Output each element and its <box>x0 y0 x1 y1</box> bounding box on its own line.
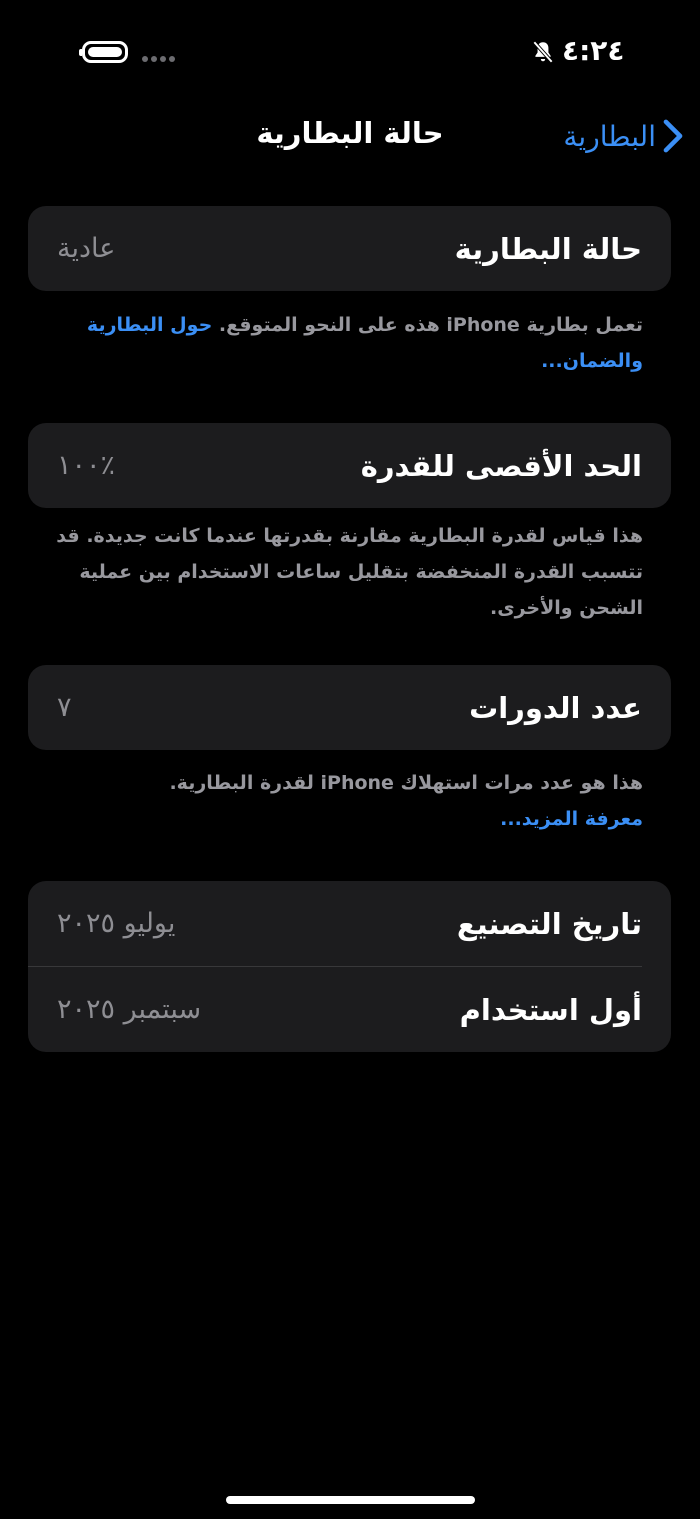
bell-slash-icon <box>532 41 554 63</box>
cycle-count-footnote-text: هذا هو عدد مرات استهلاك iPhone لقدرة الب… <box>169 772 643 794</box>
chevron-right-icon <box>663 119 683 153</box>
first-use-row: أول استخدام سبتمبر ٢٠٢٥ <box>28 967 671 1052</box>
first-use-value: سبتمبر ٢٠٢٥ <box>57 994 202 1025</box>
cycle-count-value: ٧ <box>57 692 72 723</box>
cycle-count-footnote: هذا هو عدد مرات استهلاك iPhone لقدرة الب… <box>50 765 643 837</box>
status-bar: ٤:٢٤ <box>0 30 700 74</box>
cycle-count-label: عدد الدورات <box>469 690 642 725</box>
battery-health-footnote: تعمل بطارية iPhone هذه على النحو المتوقع… <box>50 307 643 379</box>
home-indicator[interactable] <box>226 1496 475 1504</box>
navigation-bar: حالة البطارية البطارية <box>0 108 700 164</box>
status-time: ٤:٢٤ <box>562 34 625 67</box>
cycle-count-row: عدد الدورات ٧ <box>28 665 671 750</box>
maximum-capacity-value: ٪١٠٠ <box>57 450 116 481</box>
battery-health-footnote-text: تعمل بطارية iPhone هذه على النحو المتوقع… <box>212 314 643 336</box>
manufacture-date-value: يوليو ٢٠٢٥ <box>57 908 176 939</box>
battery-health-screen: ٤:٢٤ حالة البطارية البطارية حالة البطاري… <box>0 0 700 1519</box>
maximum-capacity-label: الحد الأقصى للقدرة <box>360 448 642 483</box>
signal-dots-icon <box>142 56 175 62</box>
battery-health-label: حالة البطارية <box>454 231 642 266</box>
manufacture-date-row: تاريخ التصنيع يوليو ٢٠٢٥ <box>28 881 671 966</box>
maximum-capacity-group: الحد الأقصى للقدرة ٪١٠٠ <box>28 423 671 508</box>
battery-health-group: حالة البطارية عادية <box>28 206 671 291</box>
maximum-capacity-footnote: هذا قياس لقدرة البطارية مقارنة بقدرتها ع… <box>56 525 643 619</box>
back-button[interactable]: البطارية <box>563 114 684 158</box>
battery-health-value: عادية <box>57 233 116 264</box>
back-button-label: البطارية <box>563 119 656 153</box>
battery-health-row: حالة البطارية عادية <box>28 206 671 291</box>
learn-more-link[interactable]: معرفة المزيد... <box>50 801 643 837</box>
watermark-logo <box>512 1478 692 1518</box>
battery-dates-group: تاريخ التصنيع يوليو ٢٠٢٥ أول استخدام سبت… <box>28 881 671 1052</box>
first-use-label: أول استخدام <box>459 992 642 1027</box>
cycle-count-group: عدد الدورات ٧ <box>28 665 671 750</box>
maximum-capacity-row: الحد الأقصى للقدرة ٪١٠٠ <box>28 423 671 508</box>
battery-full-icon <box>79 41 128 63</box>
manufacture-date-label: تاريخ التصنيع <box>456 906 642 941</box>
